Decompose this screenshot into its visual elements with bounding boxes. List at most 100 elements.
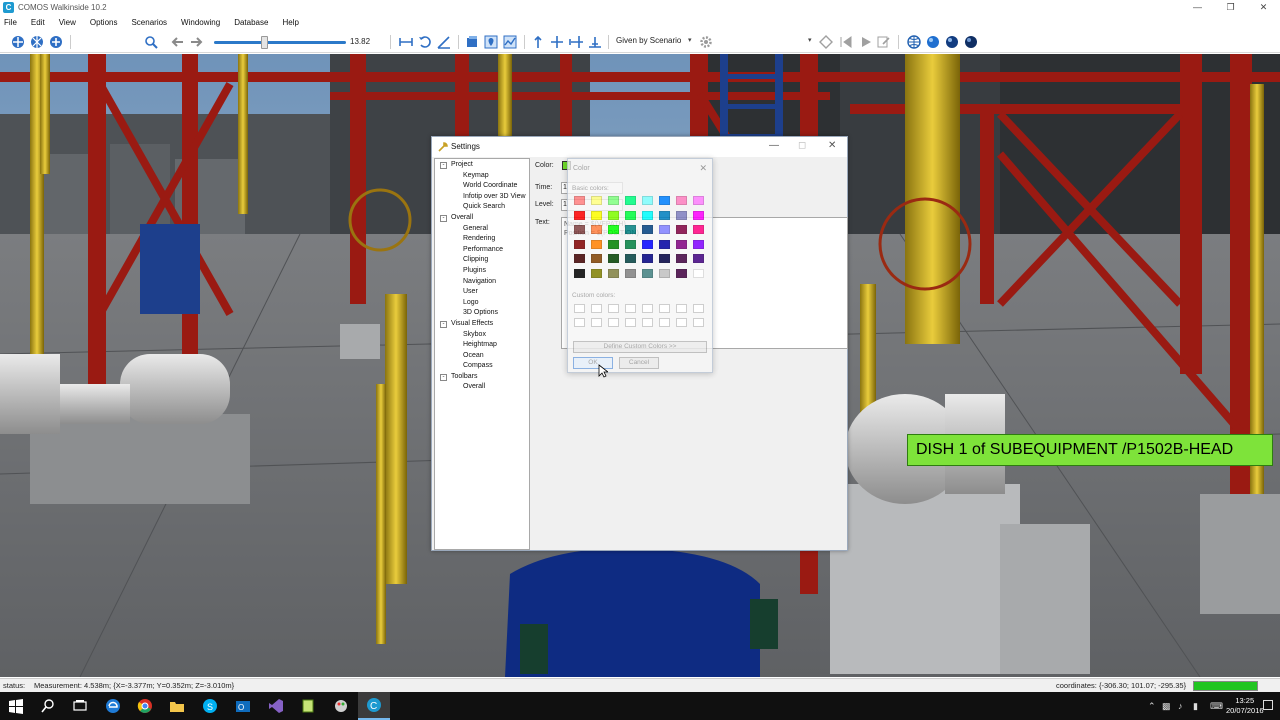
basic-color-swatch[interactable] [659, 254, 670, 263]
custom-color-swatch[interactable] [591, 318, 602, 327]
basic-color-swatch[interactable] [659, 268, 670, 278]
restore-button[interactable]: ❐ [1214, 0, 1247, 15]
tree-item[interactable]: Plugins [435, 266, 529, 277]
basic-color-swatch[interactable] [608, 210, 619, 220]
basic-color-swatch[interactable] [574, 210, 585, 220]
measure-icon[interactable] [398, 34, 414, 50]
menu-edit[interactable]: Edit [31, 18, 45, 27]
tree-item[interactable]: Performance [435, 245, 529, 256]
custom-color-swatch[interactable] [574, 304, 585, 313]
menu-view[interactable]: View [59, 18, 76, 27]
cancel-button[interactable]: Cancel [619, 357, 659, 369]
settings-maximize-button[interactable]: ◻ [798, 140, 806, 151]
forward-arrow-icon[interactable] [188, 34, 204, 50]
basic-color-swatch[interactable] [608, 239, 619, 249]
network-icon[interactable] [10, 34, 26, 50]
basic-color-swatch[interactable] [642, 196, 653, 205]
scenario-combo[interactable] [720, 35, 816, 49]
menu-file[interactable]: File [4, 18, 17, 27]
menu-windowing[interactable]: Windowing [181, 18, 220, 27]
outlook-icon[interactable]: O [227, 692, 259, 720]
basic-color-swatch[interactable] [676, 196, 687, 205]
chevron-down-icon[interactable]: ▾ [688, 36, 692, 44]
location-pin-icon[interactable] [483, 34, 499, 50]
notepad-icon[interactable] [292, 692, 324, 720]
menu-scenarios[interactable]: Scenarios [131, 18, 167, 27]
speed-slider-track[interactable] [214, 41, 346, 44]
custom-color-swatch[interactable] [676, 304, 687, 313]
angle-icon[interactable] [436, 34, 452, 50]
custom-color-swatch[interactable] [642, 304, 653, 313]
basic-color-swatch[interactable] [574, 239, 585, 249]
basic-color-swatch[interactable] [574, 254, 585, 263]
chrome-browser-icon[interactable] [129, 692, 161, 720]
basic-color-swatch[interactable] [642, 225, 653, 234]
basic-color-swatch[interactable] [608, 225, 619, 234]
back-arrow-icon[interactable] [170, 34, 186, 50]
minimize-button[interactable]: — [1181, 0, 1214, 15]
rotate-icon[interactable] [417, 34, 433, 50]
task-view-icon[interactable] [64, 692, 96, 720]
basic-color-swatch[interactable] [574, 225, 585, 234]
walkinside-app-icon[interactable]: C [358, 692, 390, 720]
basic-color-swatch[interactable] [625, 254, 636, 263]
tree-item[interactable]: Skybox [435, 330, 529, 341]
tree-item[interactable]: Navigation [435, 277, 529, 288]
basic-color-swatch[interactable] [659, 210, 670, 220]
tree-item[interactable]: Clipping [435, 255, 529, 266]
custom-color-swatch[interactable] [625, 304, 636, 313]
globe-navy-icon[interactable] [963, 34, 979, 50]
skype-icon[interactable]: S [194, 692, 226, 720]
file-explorer-icon[interactable] [161, 692, 193, 720]
gear-icon[interactable] [698, 34, 714, 50]
tree-item[interactable]: Rendering [435, 234, 529, 245]
skip-back-icon[interactable] [838, 34, 854, 50]
taskbar-clock[interactable]: 13:25 20/07/2016 [1226, 696, 1264, 716]
basic-color-swatch[interactable] [591, 225, 602, 234]
custom-color-swatch[interactable] [608, 318, 619, 327]
custom-color-swatch[interactable] [608, 304, 619, 313]
tree-item[interactable]: Heightmap [435, 340, 529, 351]
tree-item[interactable]: - Overall [435, 213, 529, 224]
basic-color-swatch[interactable] [642, 239, 653, 249]
tree-item[interactable]: Overall [435, 382, 529, 393]
basic-color-swatch[interactable] [625, 239, 636, 249]
basic-color-swatch[interactable] [608, 254, 619, 263]
basic-color-swatch[interactable] [591, 210, 602, 220]
speed-slider-thumb[interactable] [261, 36, 269, 49]
custom-color-swatch[interactable] [574, 318, 585, 327]
basic-color-swatch[interactable] [574, 196, 585, 205]
tree-item[interactable]: User [435, 287, 529, 298]
basic-color-swatch[interactable] [642, 268, 653, 278]
tray-battery-icon[interactable]: ▮ [1193, 701, 1198, 712]
tree-item[interactable]: Compass [435, 361, 529, 372]
paint-icon[interactable] [325, 692, 357, 720]
tray-keyboard-icon[interactable]: ⌨ [1210, 701, 1223, 712]
notification-center-icon[interactable] [1263, 700, 1273, 710]
basic-color-swatch[interactable] [591, 239, 602, 249]
custom-color-swatch[interactable] [591, 304, 602, 313]
basic-color-swatch[interactable] [608, 196, 619, 205]
basic-color-swatch[interactable] [693, 239, 704, 249]
basic-color-swatch[interactable] [591, 196, 602, 205]
menu-help[interactable]: Help [282, 18, 298, 27]
basic-color-swatch[interactable] [625, 196, 636, 205]
basic-color-swatch[interactable] [693, 196, 704, 205]
chevron-down-icon[interactable]: ▾ [808, 36, 812, 44]
cross-axis-icon[interactable] [549, 34, 565, 50]
edge-browser-icon[interactable] [97, 692, 129, 720]
collapse-icon[interactable]: - [440, 320, 447, 328]
graph-icon[interactable] [502, 34, 518, 50]
basic-color-swatch[interactable] [693, 225, 704, 234]
snowflake-icon[interactable] [29, 34, 45, 50]
collapse-icon[interactable]: - [440, 162, 447, 169]
tray-volume-icon[interactable]: ♪ [1178, 701, 1183, 711]
custom-color-swatch[interactable] [693, 304, 704, 313]
add-circle-icon[interactable] [48, 34, 64, 50]
cube-view-icon[interactable] [464, 34, 480, 50]
basic-color-swatch[interactable] [608, 268, 619, 278]
basic-color-swatch[interactable] [659, 196, 670, 205]
custom-color-swatch[interactable] [693, 318, 704, 327]
globe-blue-icon[interactable] [925, 34, 941, 50]
collapse-icon[interactable]: - [440, 373, 447, 381]
